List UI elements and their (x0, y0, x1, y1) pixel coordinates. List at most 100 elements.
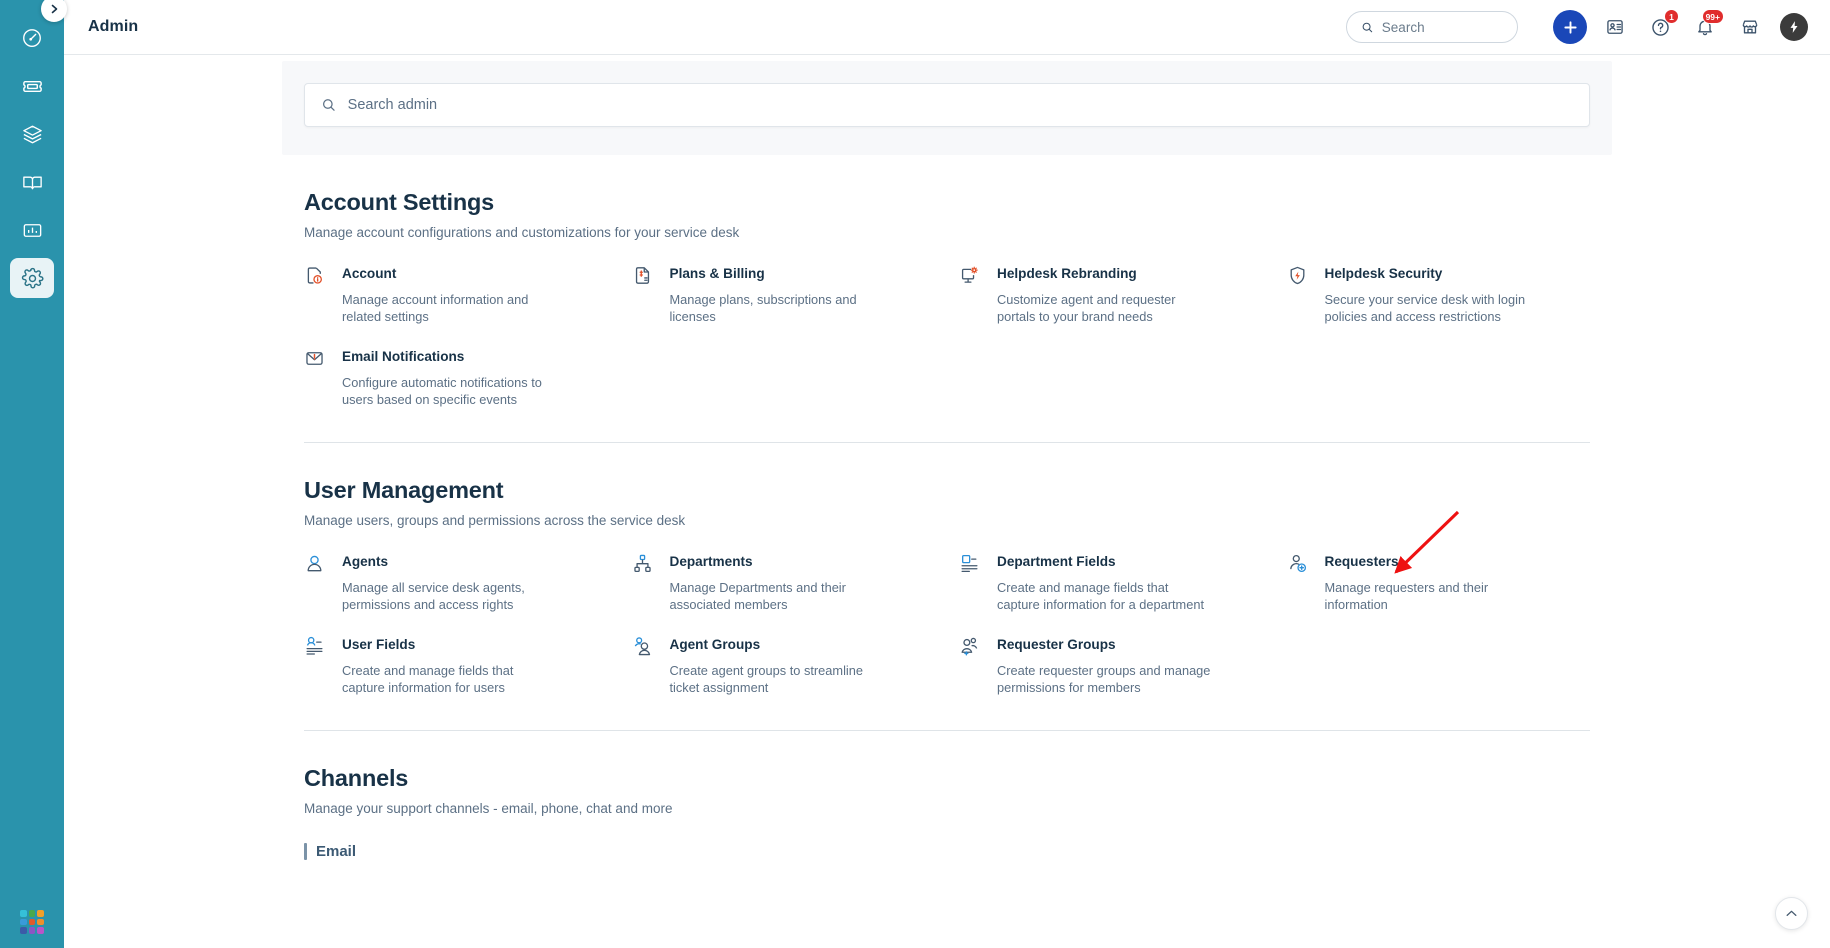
monitor-gear-icon (959, 264, 997, 286)
requester-group-icon (959, 635, 997, 657)
card-body: Department Fields Create and manage fiel… (997, 552, 1212, 613)
card-body: User Fields Create and manage fields tha… (342, 635, 557, 696)
card-title: Agent Groups (669, 637, 761, 652)
card-body: Helpdesk Security Secure your service de… (1325, 264, 1540, 325)
card-body: Plans & Billing Manage plans, subscripti… (670, 264, 885, 325)
gauge-icon (23, 29, 41, 47)
user-avatar[interactable] (1780, 13, 1808, 41)
gear-icon (21, 267, 44, 288)
card-description: Manage requesters and their information (1324, 580, 1489, 612)
section-title: Account Settings (304, 189, 495, 215)
global-search[interactable] (1346, 11, 1518, 43)
department-fields-icon (959, 552, 997, 574)
email-alert-icon (304, 347, 342, 369)
card-title: Helpdesk Rebranding (997, 266, 1137, 281)
card-account[interactable]: Account Manage account information and r… (304, 264, 608, 325)
card-description: Create and manage fields that capture in… (342, 663, 514, 695)
top-bar: Admin 1 (64, 0, 1830, 55)
rail-item-assets[interactable] (10, 114, 74, 154)
subhead-label: Email (316, 843, 357, 860)
layers-icon (22, 125, 42, 143)
contact-card-icon (1607, 20, 1623, 34)
card-body: Email Notifications Configure automatic … (342, 347, 557, 408)
card-requesters[interactable]: Requesters Manage requesters and their i… (1287, 552, 1591, 613)
rail-item-dashboard[interactable] (10, 18, 54, 58)
help-button[interactable]: 1 (1643, 9, 1679, 44)
admin-page: Admin 1 (0, 0, 1830, 948)
card-body: Departments Manage Departments and their… (670, 552, 885, 613)
card-description: Configure automatic notifications to use… (342, 375, 542, 407)
section-title: User Management (304, 477, 504, 503)
card-body: Agents Manage all service desk agents, p… (342, 552, 557, 613)
rail-item-knowledge-base[interactable] (10, 162, 54, 202)
section-subtitle: Manage users, groups and permissions acr… (304, 513, 686, 528)
notifications-button[interactable]: 99+ (1688, 9, 1724, 44)
section-subtitle: Manage account configurations and custom… (304, 225, 740, 240)
account-settings-grid: Account Manage account information and r… (304, 264, 1590, 408)
search-icon (322, 99, 335, 111)
card-body: Agent Groups Create agent groups to stre… (670, 635, 885, 696)
chevron-right-icon (51, 4, 58, 14)
store-icon (1742, 20, 1758, 34)
main-region: Admin 1 (64, 0, 1830, 948)
card-title: Helpdesk Security (1324, 266, 1443, 281)
card-description: Manage all service desk agents, permissi… (342, 580, 525, 612)
card-department-fields[interactable]: Department Fields Create and manage fiel… (959, 552, 1263, 613)
card-description: Customize agent and requester portals to… (997, 292, 1176, 324)
card-body: Helpdesk Rebranding Customize agent and … (997, 264, 1212, 325)
card-title: Account (342, 266, 397, 281)
card-description: Secure your service desk with login poli… (1324, 292, 1526, 324)
ticket-icon (22, 80, 42, 92)
person-icon (304, 552, 342, 574)
search-input[interactable] (1381, 19, 1503, 35)
section-title: Channels (304, 765, 409, 791)
admin-content: Account Settings Manage account configur… (64, 55, 1830, 948)
scroll-to-top-button[interactable] (1775, 897, 1808, 930)
chevron-up-icon (1786, 910, 1797, 916)
account-info-icon (304, 264, 342, 286)
content-inner: Account Settings Manage account configur… (282, 61, 1612, 906)
card-title: Requester Groups (997, 637, 1116, 652)
section-user-management: User Management Manage users, groups and… (282, 477, 1612, 696)
user-management-grid: Agents Manage all service desk agents, p… (304, 552, 1590, 696)
rail-item-analytics[interactable] (10, 210, 54, 250)
admin-search-band (282, 61, 1612, 155)
contacts-button[interactable] (1598, 10, 1632, 44)
book-icon (22, 176, 42, 189)
agent-group-icon (632, 635, 670, 657)
card-description: Create agent groups to streamline ticket… (669, 663, 863, 695)
card-description: Create and manage fields that capture in… (997, 580, 1204, 612)
card-title: Agents (342, 554, 389, 569)
section-divider (304, 442, 1590, 443)
admin-search-box[interactable] (304, 83, 1590, 127)
subhead-accent-bar (304, 843, 307, 860)
card-agents[interactable]: Agents Manage all service desk agents, p… (304, 552, 608, 613)
card-plans-billing[interactable]: Plans & Billing Manage plans, subscripti… (632, 264, 936, 325)
card-body: Requester Groups Create requester groups… (997, 635, 1212, 696)
card-email-notifications[interactable]: Email Notifications Configure automatic … (304, 347, 608, 408)
card-title: User Fields (342, 637, 416, 652)
card-agent-groups[interactable]: Agent Groups Create agent groups to stre… (632, 635, 936, 696)
card-helpdesk-security[interactable]: Helpdesk Security Secure your service de… (1287, 264, 1591, 325)
rail-item-admin[interactable] (10, 258, 54, 298)
section-divider (304, 730, 1590, 731)
card-title: Requesters (1324, 554, 1399, 569)
billing-document-icon (632, 264, 670, 286)
marketplace-button[interactable] (1733, 10, 1767, 44)
app-logo[interactable] (20, 910, 44, 934)
admin-search-input[interactable] (347, 97, 1573, 113)
new-button[interactable] (1553, 10, 1587, 44)
card-title: Department Fields (997, 554, 1116, 569)
card-departments[interactable]: Departments Manage Departments and their… (632, 552, 936, 613)
notifications-badge: 99+ (1701, 9, 1724, 24)
card-description: Manage Departments and their associated … (669, 580, 846, 612)
card-description: Manage plans, subscriptions and licenses (669, 292, 857, 324)
card-user-fields[interactable]: User Fields Create and manage fields tha… (304, 635, 608, 696)
help-badge: 1 (1664, 9, 1679, 24)
person-add-icon (1287, 552, 1325, 574)
card-requester-groups[interactable]: Requester Groups Create requester groups… (959, 635, 1263, 696)
rail-item-tickets[interactable] (10, 66, 74, 106)
plus-icon (1563, 20, 1577, 34)
card-helpdesk-rebranding[interactable]: Helpdesk Rebranding Customize agent and … (959, 264, 1263, 325)
shield-lightning-icon (1287, 264, 1325, 286)
